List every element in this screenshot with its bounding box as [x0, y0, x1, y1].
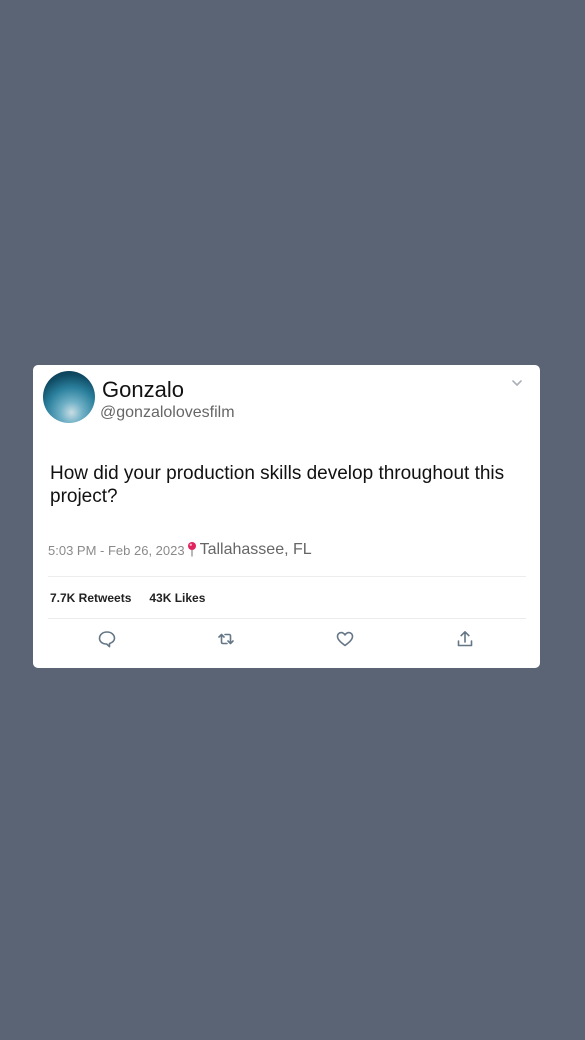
retweet-count[interactable]: 7.7K Retweets — [50, 591, 131, 605]
share-icon[interactable] — [455, 629, 477, 651]
divider — [48, 618, 526, 619]
tweet-text: How did your production skills develop t… — [50, 463, 505, 507]
like-count[interactable]: 43K Likes — [149, 591, 205, 605]
divider — [48, 576, 526, 577]
avatar[interactable] — [43, 371, 95, 423]
tweet-card: Gonzalo @gonzalolovesfilm How did your p… — [33, 365, 540, 668]
location[interactable]: Tallahassee, FL — [200, 541, 312, 559]
reply-icon[interactable] — [97, 629, 119, 651]
tweet-stats: 7.7K Retweets 43K Likes — [50, 591, 223, 605]
retweet-icon[interactable] — [216, 629, 238, 651]
timestamp[interactable]: 5:03 PM - Feb 26, 2023 — [48, 543, 185, 559]
action-bar — [33, 629, 540, 651]
location-pin-icon — [187, 542, 196, 557]
heart-icon[interactable] — [335, 629, 357, 651]
chevron-down-icon[interactable] — [510, 376, 524, 390]
user-handle[interactable]: @gonzalolovesfilm — [100, 404, 235, 422]
tweet-meta: 5:03 PM - Feb 26, 2023 Tallahassee, FL — [48, 541, 312, 559]
display-name[interactable]: Gonzalo — [102, 377, 184, 403]
